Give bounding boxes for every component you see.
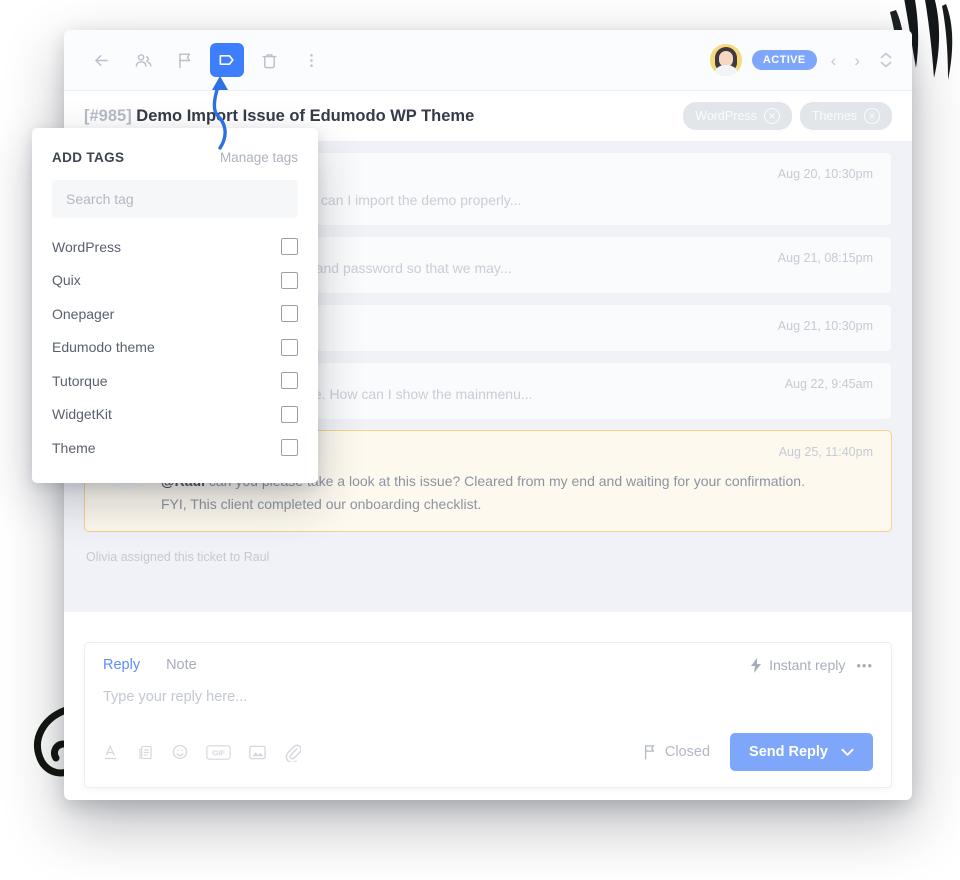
tag-option-checkbox[interactable] (281, 238, 298, 256)
ticket-status-label: Closed (664, 744, 711, 760)
reply-composer: Reply Note Instant reply ••• Type your r… (84, 642, 892, 788)
svg-text:GIF: GIF (212, 748, 225, 757)
reply-input[interactable]: Type your reply here... (85, 679, 891, 729)
send-reply-label: Send Reply (749, 744, 828, 760)
chevron-down-icon[interactable] (841, 748, 854, 757)
ticket-status-button[interactable]: Closed (643, 744, 710, 760)
tag-chip[interactable]: WordPress ✕ (683, 102, 792, 130)
page-title: [#985] Demo Import Issue of Edumodo WP T… (84, 107, 474, 126)
send-reply-button[interactable]: Send Reply (730, 733, 873, 771)
tag-chip-label: WordPress (695, 109, 757, 123)
tag-option-row[interactable]: WidgetKit (52, 398, 298, 432)
tag-option-checkbox[interactable] (281, 439, 298, 457)
expand-collapse-icon[interactable] (880, 52, 892, 68)
tag-icon[interactable] (210, 43, 244, 77)
tag-option-row[interactable]: Theme (52, 431, 298, 465)
tag-option-label: Theme (52, 439, 96, 456)
tag-option-row[interactable]: Quix (52, 264, 298, 298)
tag-option-label: Quix (52, 272, 81, 289)
search-tag-input[interactable]: Search tag (52, 180, 298, 218)
composer-actions: Closed Send Reply (643, 733, 873, 771)
ticket-title: Demo Import Issue of Edumodo WP Theme (136, 106, 475, 125)
tag-option-checkbox[interactable] (281, 305, 298, 323)
close-icon[interactable]: ✕ (763, 108, 780, 124)
avatar[interactable] (709, 44, 742, 76)
tab-note[interactable]: Note (166, 657, 197, 673)
tag-option-label: Tutorque (52, 372, 108, 389)
tag-option-row[interactable]: Edumodo theme (52, 331, 298, 365)
tag-option-label: Onepager (52, 305, 115, 322)
composer-top-actions: Instant reply ••• (750, 657, 873, 673)
tag-option-checkbox[interactable] (281, 405, 298, 423)
ticket-tags: WordPress ✕ Themes ✕ (683, 102, 892, 130)
more-vertical-icon[interactable] (294, 43, 328, 77)
saved-reply-icon[interactable] (137, 744, 154, 761)
tag-option-label: Edumodo theme (52, 339, 155, 356)
instant-reply-label: Instant reply (769, 657, 846, 673)
message-timestamp: Aug 20, 10:30pm (777, 167, 873, 181)
ticket-id: [#985] (84, 106, 132, 125)
text-format-icon[interactable] (103, 744, 120, 761)
toolbar-right: ACTIVE ‹ › (709, 44, 892, 76)
back-arrow-icon[interactable] (84, 43, 118, 77)
tag-option-label: WordPress (52, 238, 121, 255)
instant-reply-button[interactable]: Instant reply (750, 657, 845, 673)
tag-option-checkbox[interactable] (281, 372, 298, 390)
message-timestamp: Aug 21, 08:15pm (777, 251, 873, 265)
tag-chip[interactable]: Themes ✕ (799, 102, 892, 130)
tag-option-row[interactable]: WordPress (52, 230, 298, 264)
gif-icon[interactable]: GIF (206, 744, 231, 761)
image-icon[interactable] (248, 744, 267, 761)
add-tags-panel: ADD TAGS Manage tags Search tag WordPres… (32, 128, 318, 483)
composer-more-icon[interactable]: ••• (856, 658, 873, 673)
flag-icon (644, 745, 655, 760)
add-tags-header: ADD TAGS Manage tags (52, 150, 298, 165)
trash-icon[interactable] (252, 43, 286, 77)
note-line: FYI, This client completed our onboardin… (161, 495, 482, 512)
composer-bottom: GIF Closed Send Reply (85, 729, 891, 787)
manage-tags-link[interactable]: Manage tags (220, 150, 298, 165)
message-timestamp: Aug 22, 9:45am (784, 377, 873, 391)
tab-reply[interactable]: Reply (103, 657, 140, 673)
tag-option-label: WidgetKit (52, 406, 112, 423)
close-icon[interactable]: ✕ (864, 108, 880, 124)
tag-option-row[interactable]: Onepager (52, 297, 298, 331)
ticket-toolbar: ACTIVE ‹ › (64, 30, 912, 91)
toolbar-actions (84, 43, 328, 77)
attachment-icon[interactable] (284, 743, 301, 762)
flag-icon[interactable] (168, 43, 202, 77)
add-tags-title: ADD TAGS (52, 150, 125, 165)
tag-option-checkbox[interactable] (281, 338, 298, 356)
tag-option-row[interactable]: Tutorque (52, 364, 298, 398)
message-timestamp: Aug 21, 10:30pm (777, 319, 873, 333)
status-badge: ACTIVE (751, 50, 817, 70)
lightning-icon (751, 657, 762, 673)
next-ticket-icon[interactable]: › (850, 52, 864, 69)
composer-tabs: Reply Note Instant reply ••• (85, 643, 891, 679)
composer-tools: GIF (103, 743, 301, 762)
tag-option-checkbox[interactable] (281, 271, 298, 289)
system-activity-line: Olivia assigned this ticket to Raul (86, 550, 270, 565)
prev-ticket-icon[interactable]: ‹ (827, 52, 841, 69)
tag-chip-label: Themes (811, 109, 857, 123)
emoji-icon[interactable] (171, 743, 189, 761)
assign-user-icon[interactable] (126, 43, 160, 77)
note-timestamp: Aug 25, 11:40pm (778, 445, 873, 459)
screenshot-stage: ACTIVE ‹ › [#985] Demo Import Issue of E… (0, 0, 960, 880)
